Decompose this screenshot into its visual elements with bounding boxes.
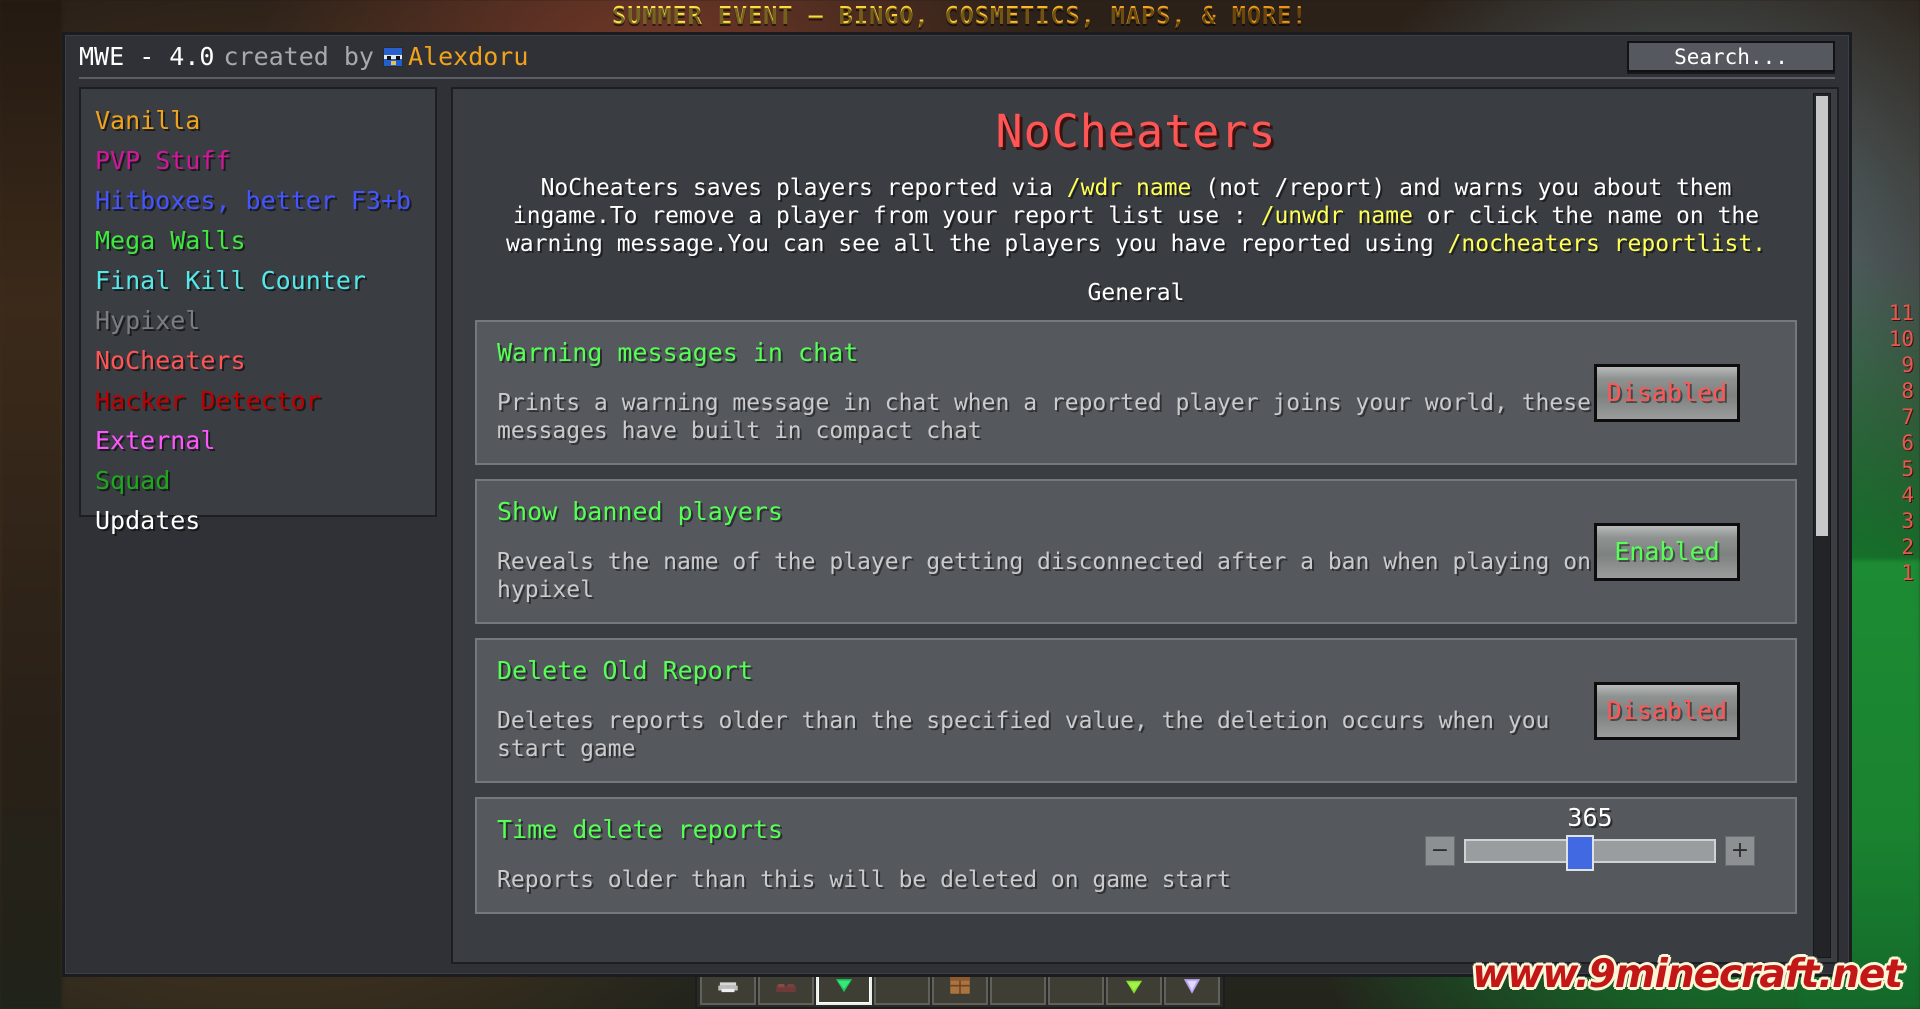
author-name: Alexdoru (407, 41, 529, 71)
setting-name: Delete Old Report (497, 656, 753, 685)
setting-toggle-button[interactable]: Disabled (1594, 363, 1740, 422)
sidebar-item-vanilla[interactable]: Vanilla (95, 101, 435, 141)
slider-row: − + (1425, 835, 1755, 871)
avatar-nose (390, 60, 396, 65)
content-scrollbar-track[interactable] (1813, 93, 1831, 958)
hud-number: 8 (1901, 379, 1914, 403)
hud-number: 2 (1901, 535, 1914, 559)
hud-number: 4 (1901, 483, 1914, 507)
setting-slider-control: 365− + (1425, 803, 1755, 871)
hud-number: 1 (1901, 561, 1914, 585)
sidebar-item-squad[interactable]: Squad (95, 461, 435, 501)
avatar-eye-right (395, 55, 400, 60)
summer-event-banner: SUMMER EVENT — BINGO, COSMETICS, MAPS, &… (0, 0, 1920, 30)
mod-settings-window: MWE - 4.0 created by Alexdoru Search... … (62, 32, 1852, 977)
description-command: /unwdr name (1260, 203, 1413, 229)
slider-thumb[interactable] (1566, 835, 1595, 871)
hud-number-list: 11 10 9 8 7 6 5 4 3 2 1 (1889, 300, 1914, 586)
hud-number: 9 (1901, 353, 1914, 377)
sidebar-item-nocheaters[interactable]: NoCheaters (95, 341, 435, 381)
sidebar-item-hitboxes-better-f3-b[interactable]: Hitboxes, better F3+b (95, 181, 435, 221)
hud-number: 11 (1888, 301, 1914, 325)
section-header-general: General (1087, 280, 1185, 306)
setting-row: Warning messages in chat Prints a warning… (475, 320, 1797, 465)
background-left-wall (0, 0, 62, 1009)
hud-number: 3 (1901, 509, 1914, 533)
setting-description: Prints a warning message in chat when a … (497, 390, 1591, 444)
avatar-hair (383, 47, 402, 55)
hud-number: 6 (1901, 431, 1914, 455)
setting-name: Show banned players (497, 497, 783, 526)
sidebar-item-hacker-detector[interactable]: Hacker Detector (95, 381, 435, 421)
sidebar-item-mega-walls[interactable]: Mega Walls (95, 221, 435, 261)
window-title-byline: created by (223, 41, 374, 71)
setting-row: Time delete reports Reports older than th… (475, 797, 1797, 914)
page-description: NoCheaters saves players reported via /w… (475, 174, 1797, 258)
slider-increment-button[interactable]: + (1725, 836, 1755, 866)
hud-number: 10 (1888, 327, 1914, 351)
window-title-author[interactable]: Alexdoru (382, 41, 529, 71)
setting-name: Warning messages in chat (497, 338, 859, 367)
setting-row: Delete Old Report Deletes reports older t… (475, 638, 1797, 783)
setting-description: Deletes reports older than the specified… (497, 708, 1550, 762)
slider-decrement-button[interactable]: − (1425, 836, 1455, 866)
description-text: NoCheaters saves players reported via (540, 175, 1067, 201)
settings-content-inner: NoCheaters NoCheaters saves players repo… (453, 89, 1837, 962)
setting-toggle-button[interactable]: Enabled (1594, 522, 1740, 581)
setting-row: Show banned players Reveals the name of t… (475, 479, 1797, 624)
sidebar-item-hypixel[interactable]: Hypixel (95, 301, 435, 341)
settings-list: Warning messages in chat Prints a warning… (475, 320, 1797, 914)
window-title: MWE - 4.0 created by Alexdoru (79, 42, 528, 71)
window-titlebar: MWE - 4.0 created by Alexdoru Search... (65, 35, 1849, 79)
sidebar-item-pvp-stuff[interactable]: PVP Stuff (95, 141, 435, 181)
sidebar-item-final-kill-counter[interactable]: Final Kill Counter (95, 261, 435, 301)
search-button[interactable]: Search... (1627, 41, 1835, 72)
summer-event-banner-text: SUMMER EVENT — BINGO, COSMETICS, MAPS, &… (612, 0, 1308, 30)
window-title-main: MWE - 4.0 (79, 41, 215, 71)
hud-number: 5 (1901, 457, 1914, 481)
site-watermark: www.9minecraft.net (1472, 952, 1903, 997)
author-avatar-icon (382, 46, 403, 67)
sidebar-item-updates[interactable]: Updates (95, 501, 435, 541)
settings-content-panel: NoCheaters NoCheaters saves players repo… (451, 87, 1839, 964)
description-command: /wdr name (1066, 175, 1192, 201)
slider-track[interactable] (1464, 835, 1716, 871)
setting-description: Reveals the name of the player getting d… (497, 549, 1591, 603)
category-sidebar: Vanilla PVP Stuff Hitboxes, better F3+b Meg… (79, 87, 437, 535)
setting-toggle-button[interactable]: Disabled (1594, 681, 1740, 740)
hud-number: 7 (1901, 405, 1914, 429)
sidebar-item-external[interactable]: External (95, 421, 435, 461)
window-body: Vanilla PVP Stuff Hitboxes, better F3+b Meg… (65, 79, 1849, 974)
avatar-eye-left (386, 55, 391, 60)
setting-description: Reports older than this will be deleted … (497, 867, 1231, 893)
page-title: NoCheaters (995, 105, 1277, 158)
description-command: /nocheaters reportlist. (1447, 231, 1767, 257)
content-scrollbar-thumb[interactable] (1816, 96, 1828, 536)
slider-value-label: 365 (1567, 803, 1613, 832)
